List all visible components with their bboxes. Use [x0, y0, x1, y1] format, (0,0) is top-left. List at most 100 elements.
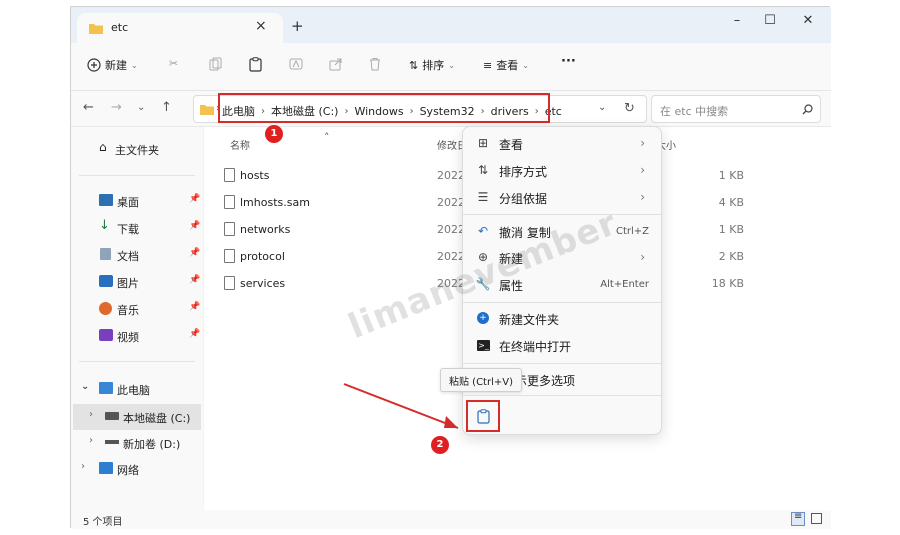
forward-button[interactable]: →: [111, 100, 122, 115]
paste-button[interactable]: [249, 57, 262, 72]
sidebar-item-label: 主文件夹: [115, 144, 159, 157]
desktop-icon: [99, 194, 113, 206]
sidebar-item-videos[interactable]: 视频 📌: [71, 324, 203, 348]
menu-item-new[interactable]: ⊕ 新建 ›: [469, 245, 657, 271]
delete-button[interactable]: [369, 57, 381, 71]
folder-icon: [89, 24, 103, 34]
chevron-down-icon: ⌄: [448, 60, 455, 70]
clipboard-icon: [249, 57, 262, 72]
navigation-pane: ⌂ 主文件夹 桌面 📌 ↓ 下载 📌 文档 📌 图片 📌 音乐 📌 视频 📌 ⌄…: [71, 127, 203, 510]
sort-button[interactable]: ⇅ 排序 ⌄: [409, 57, 455, 73]
sort-icon: ⇅: [409, 58, 419, 72]
chevron-right-icon[interactable]: ›: [81, 461, 91, 473]
sidebar-item-label: 音乐: [117, 304, 139, 317]
menu-shortcut: Alt+Enter: [600, 279, 649, 290]
menu-item-undo[interactable]: ↶ 撤消 复制 Ctrl+Z: [469, 219, 657, 245]
close-window-button[interactable]: ✕: [797, 13, 819, 28]
menu-item-label: 新建文件夹: [499, 313, 560, 327]
sidebar-item-label: 图片: [117, 277, 139, 290]
group-icon: ☰: [477, 190, 489, 204]
file-name: services: [240, 277, 286, 290]
drive-icon: [105, 440, 119, 444]
chevron-down-icon: ⌄: [522, 60, 529, 70]
tab-close-button[interactable]: ×: [255, 18, 267, 34]
pin-icon[interactable]: 📌: [189, 221, 200, 231]
chevron-down-icon[interactable]: ⌄: [81, 381, 91, 393]
sidebar-item-drive-d[interactable]: › 新加卷 (D:): [71, 431, 203, 455]
file-icon: [224, 195, 235, 209]
search-input[interactable]: 在 etc 中搜索: [651, 95, 821, 123]
computer-icon: [99, 382, 113, 394]
pin-icon[interactable]: 📌: [189, 302, 200, 312]
item-count: 5 个项目: [83, 517, 123, 528]
share-icon: [329, 58, 342, 71]
menu-item-new-folder[interactable]: + 新建文件夹: [469, 306, 657, 332]
search-placeholder: 在 etc 中搜索: [660, 105, 729, 118]
divider: [463, 395, 661, 396]
file-size: 4 KB: [718, 196, 744, 209]
menu-item-open-terminal[interactable]: >_ 在终端中打开: [469, 333, 657, 359]
sidebar-item-label: 网络: [117, 464, 139, 477]
sidebar-item-home[interactable]: ⌂ 主文件夹: [71, 137, 203, 161]
sidebar-item-label: 文档: [117, 250, 139, 263]
tiles-view-button[interactable]: [811, 513, 822, 524]
rename-button[interactable]: [289, 57, 303, 71]
minimize-button[interactable]: –: [726, 13, 748, 28]
new-tab-button[interactable]: +: [291, 17, 304, 35]
file-size: 18 KB: [711, 277, 744, 290]
sidebar-item-downloads[interactable]: ↓ 下载 📌: [71, 216, 203, 240]
details-view-button[interactable]: ≡: [791, 511, 805, 526]
copy-icon: [209, 57, 222, 71]
step-badge-2: 2: [431, 436, 449, 454]
tab-etc[interactable]: etc ×: [77, 13, 283, 43]
chevron-right-icon: ›: [640, 190, 645, 204]
menu-item-label: 分组依据: [499, 192, 548, 206]
sidebar-item-this-pc[interactable]: ⌄ 此电脑: [71, 377, 203, 401]
file-icon: [224, 222, 235, 236]
videos-icon: [99, 329, 113, 341]
address-dropdown-button[interactable]: ⌄: [598, 102, 606, 113]
title-bar: etc × + – ☐ ✕: [71, 7, 831, 43]
pin-icon[interactable]: 📌: [189, 248, 200, 258]
menu-item-label: 撤消 复制: [499, 226, 551, 240]
chevron-right-icon[interactable]: ›: [89, 409, 99, 421]
sidebar-item-music[interactable]: 音乐 📌: [71, 297, 203, 321]
refresh-button[interactable]: ↻: [624, 101, 635, 116]
pin-icon[interactable]: 📌: [189, 329, 200, 339]
share-button[interactable]: [329, 57, 343, 71]
menu-item-label: 新建: [499, 252, 524, 266]
view-button-label: 查看: [496, 59, 519, 72]
menu-item-group[interactable]: ☰ 分组依据 ›: [469, 185, 657, 211]
music-icon: [99, 302, 112, 315]
chevron-right-icon: ›: [640, 136, 645, 150]
menu-item-properties[interactable]: 🔧 属性 Alt+Enter: [469, 272, 657, 298]
back-button[interactable]: ←: [83, 100, 94, 115]
paste-icon-button[interactable]: [466, 400, 500, 432]
sidebar-item-label: 此电脑: [117, 384, 150, 397]
maximize-button[interactable]: ☐: [759, 13, 781, 28]
copy-button[interactable]: [209, 57, 222, 71]
document-icon: [100, 248, 111, 260]
sidebar-item-network[interactable]: › 网络: [71, 457, 203, 481]
sidebar-item-documents[interactable]: 文档 📌: [71, 243, 203, 267]
menu-item-label: 排序方式: [499, 165, 548, 179]
recent-locations-button[interactable]: ⌄: [137, 102, 145, 113]
sort-ascending-icon: ˄: [324, 131, 330, 144]
sidebar-item-pictures[interactable]: 图片 📌: [71, 270, 203, 294]
new-button[interactable]: 新建 ⌄: [87, 57, 138, 73]
chevron-right-icon[interactable]: ›: [89, 435, 99, 447]
up-button[interactable]: ↑: [161, 100, 172, 115]
pin-icon[interactable]: 📌: [189, 275, 200, 285]
more-button[interactable]: ···: [561, 54, 576, 69]
sidebar-item-drive-c[interactable]: › 本地磁盘 (C:): [73, 404, 201, 430]
plus-circle-icon: ⊕: [477, 250, 489, 264]
menu-item-view[interactable]: ⊞ 查看 ›: [469, 131, 657, 157]
cut-button[interactable]: ✂: [169, 57, 178, 70]
column-header-name[interactable]: 名称: [230, 137, 250, 152]
annotation-arrow-icon: [343, 383, 459, 429]
pin-icon[interactable]: 📌: [189, 194, 200, 204]
view-button[interactable]: ≡ 查看 ⌄: [483, 57, 529, 73]
address-highlight-box: [218, 93, 550, 123]
menu-item-sort[interactable]: ⇅ 排序方式 ›: [469, 158, 657, 184]
sidebar-item-desktop[interactable]: 桌面 📌: [71, 189, 203, 213]
